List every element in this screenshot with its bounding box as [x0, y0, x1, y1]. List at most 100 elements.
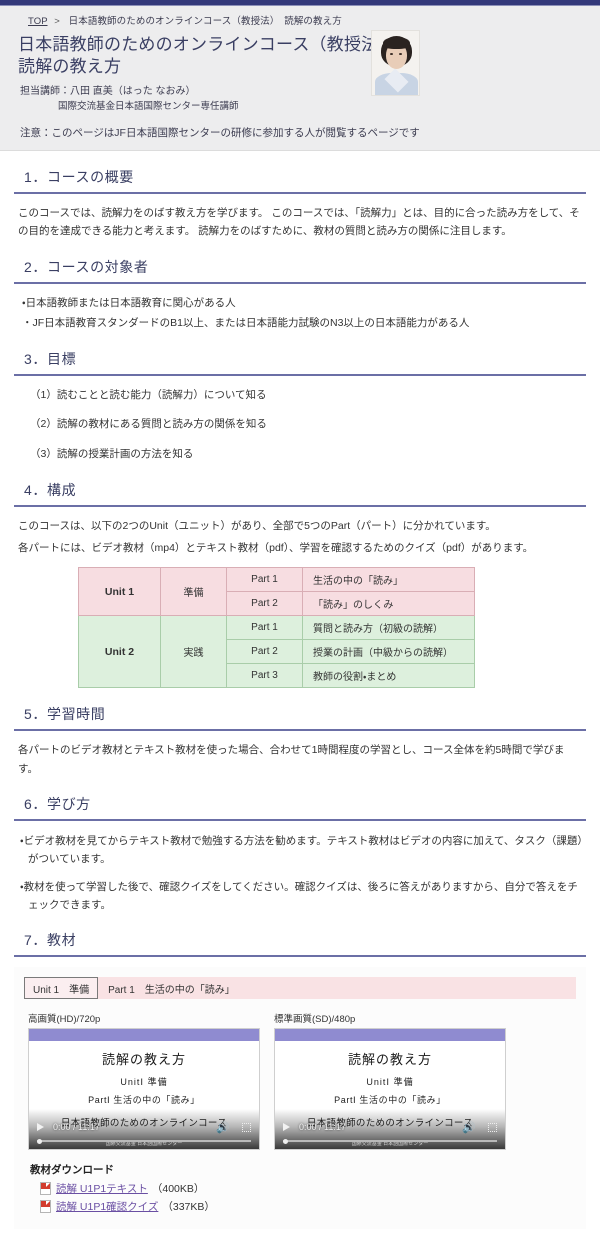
page-header: TOP > 日本語教師のためのオンラインコース（教授法） 読解の教え方 日本語教…: [0, 6, 600, 152]
video-time-sd: 0:00 / 11:17: [299, 1122, 346, 1133]
downloads-list: 読解 U1P1テキスト （400KB） 読解 U1P1確認クイズ （337KB）: [24, 1181, 576, 1214]
speaker-icon[interactable]: 🔊: [216, 1121, 230, 1134]
download-row: 読解 U1P1確認クイズ （337KB）: [40, 1199, 576, 1214]
course-structure-table-wrap: Unit 1 準備 Part 1 生活の中の「読み」 Part 2 「読み」のしくみ Uni…: [14, 561, 586, 689]
download-link[interactable]: 読解 U1P1テキスト: [56, 1181, 148, 1196]
video-controls-hd: 0:00 / 11:17 🔊: [29, 1119, 259, 1135]
instructor-photo: [371, 30, 420, 96]
player-column-sd: 標準画質(SD)/480p 読解の教え方 UnitⅠ 準備 PartⅠ 生活の中…: [274, 1011, 506, 1151]
section-rule-5: [14, 729, 586, 732]
section-heading-5: 5．学習時間: [24, 706, 106, 723]
video-slide-title-hd: 読解の教え方: [101, 1052, 186, 1068]
unit-chip: Unit 1 準備: [24, 977, 99, 1000]
video-player-hd[interactable]: 読解の教え方 UnitⅠ 準備 PartⅠ 生活の中の「読み」 日本語教師のため…: [28, 1028, 260, 1151]
pdf-icon: [40, 1200, 51, 1214]
section-rule-4: [14, 504, 586, 507]
section-heading-3: 3．目標: [24, 350, 77, 367]
video-slide-part-hd: PartⅠ 生活の中の「読み」: [88, 1095, 200, 1106]
section-1-body: このコースでは、読解力をのばす教え方を学びます。 このコースでは、「読解力」とは…: [18, 207, 580, 238]
page-title-line2: 読解の教え方: [18, 57, 122, 77]
video-top-band-hd: [29, 1029, 259, 1042]
speaker-icon[interactable]: 🔊: [462, 1121, 476, 1134]
course-structure-table: Unit 1 準備 Part 1 生活の中の「読み」 Part 2 「読み」のしくみ Uni…: [78, 567, 475, 689]
photo-hair-front: [383, 37, 410, 49]
play-icon[interactable]: [283, 1123, 290, 1132]
video-slide-hd: 読解の教え方 UnitⅠ 準備 PartⅠ 生活の中の「読み」: [29, 1041, 259, 1116]
video-time-hd: 0:00 / 11:17: [53, 1122, 100, 1133]
table-cell-title: 質問と読み方（初級の読解）: [302, 615, 475, 641]
section-6-bullet-2: ・教材を使って学習した後で、確認クイズをしてください。確認クイズは、後ろに答えが…: [20, 881, 578, 912]
materials-panel: Unit 1 準備 Part 1 生活の中の「読み」 高画質(HD)/720p …: [14, 967, 586, 1230]
video-progress-bar-hd[interactable]: [37, 1138, 251, 1144]
video-slide-sd: 読解の教え方 UnitⅠ 準備 PartⅠ 生活の中の「読み」: [275, 1041, 505, 1116]
video-slide-unit-hd: UnitⅠ 準備: [120, 1077, 168, 1088]
breadcrumb-separator: >: [54, 16, 60, 27]
table-cell-title: 教師の役割・まとめ: [302, 663, 475, 689]
section-heading-7: 7．教材: [24, 932, 77, 949]
section-rule-7: [14, 955, 586, 958]
page-notice: 注意：このページはJF日本語国際センターの研修に参加する人が閲覧するページです: [20, 127, 420, 140]
table-cell-mode: 実践: [160, 615, 227, 689]
section-rule-1: [14, 192, 586, 195]
section-6-bullet-1: ・ビデオ教材を見てからテキスト教材で勉強する方法を勧めます。テキスト教材はビデオ…: [20, 834, 583, 865]
section-2-bullet-2: ・JF日本語教育スタンダードのB1以上、または日本語能力試験のN3以上の日本語能…: [22, 317, 470, 330]
section-heading-2: 2．コースの対象者: [24, 258, 149, 275]
video-slide-unit-sd: UnitⅠ 準備: [366, 1077, 414, 1088]
section-3-item-2: （2）読解の教材にある質問と読み方の関係を知る: [30, 418, 267, 431]
video-controls-sd: 0:00 / 11:17 🔊: [275, 1119, 505, 1135]
video-slide-part-sd: PartⅠ 生活の中の「読み」: [334, 1095, 446, 1106]
part-header-bar: Unit 1 準備 Part 1 生活の中の「読み」: [24, 977, 576, 1000]
section-5-body: 各パートのビデオ教材とテキスト教材を使った場合、合わせて1時間程度の学習とし、コ…: [18, 744, 565, 775]
photo-eye-left: [390, 53, 393, 55]
instructor-name: 担当講師：八田 直美（はった なおみ）: [20, 85, 196, 97]
breadcrumb-current: 日本語教師のためのオンラインコース（教授法） 読解の教え方: [68, 16, 342, 27]
table-cell-part: Part 2: [226, 591, 303, 617]
download-row: 読解 U1P1テキスト （400KB）: [40, 1181, 576, 1196]
downloads-title: 教材ダウンロード: [30, 1164, 114, 1177]
video-progress-knob-sd[interactable]: [283, 1138, 288, 1144]
table-row: Unit 2 実践 Part 1 質問と読み方（初級の読解）: [78, 615, 475, 689]
table-cell-part: Part 3: [226, 663, 303, 689]
main-content: 1．コースの概要 このコースでは、読解力をのばす教え方を学びます。 このコースで…: [0, 167, 600, 1239]
download-link[interactable]: 読解 U1P1確認クイズ: [56, 1199, 158, 1214]
section-2-bullet-1: ・日本語教師または日本語教育に関心がある人: [22, 296, 236, 309]
section-rule-3: [14, 373, 586, 376]
section-3-item-1: （1）読むことと読む能力（読解力）について知る: [30, 389, 267, 402]
player-column-hd: 高画質(HD)/720p 読解の教え方 UnitⅠ 準備 PartⅠ 生活の中の…: [28, 1011, 260, 1151]
page-title-line1: 日本語教師のためのオンラインコース（教授法）: [18, 35, 396, 54]
fullscreen-icon[interactable]: [488, 1122, 497, 1132]
table-cell-mode: 準備: [160, 567, 227, 617]
table-cell-part: Part 1: [226, 567, 303, 593]
quality-label-hd: 高画質(HD)/720p: [28, 1014, 101, 1026]
breadcrumb-home-link[interactable]: TOP: [28, 16, 48, 27]
download-size: （400KB）: [151, 1183, 205, 1196]
quality-label-sd: 標準画質(SD)/480p: [274, 1014, 356, 1026]
table-cell-part: Part 1: [226, 615, 303, 641]
table-cell-title: 生活の中の「読み」: [302, 567, 475, 593]
section-rule-2: [14, 281, 586, 284]
pdf-icon: [40, 1182, 51, 1196]
fullscreen-icon[interactable]: [242, 1122, 251, 1132]
section-heading-6: 6．学び方: [24, 796, 91, 813]
play-icon[interactable]: [37, 1123, 44, 1132]
part-label: Part 1 生活の中の「読み」: [108, 984, 235, 996]
video-player-sd[interactable]: 読解の教え方 UnitⅠ 準備 PartⅠ 生活の中の「読み」 日本語教師のため…: [274, 1028, 506, 1151]
section-heading-4: 4．構成: [24, 481, 77, 498]
section-heading-1: 1．コースの概要: [24, 169, 134, 186]
video-players: 高画質(HD)/720p 読解の教え方 UnitⅠ 準備 PartⅠ 生活の中の…: [24, 1011, 576, 1151]
breadcrumb: TOP > 日本語教師のためのオンラインコース（教授法） 読解の教え方: [14, 13, 586, 27]
table-cell-title: 授業の計画（中級からの読解）: [302, 639, 475, 665]
section-4-intro-1: このコースは、以下の2つのUnit（ユニット）があり、全部で5つのPart（パー…: [18, 519, 496, 532]
section-4-intro-2: 各パートには、ビデオ教材（mp4）とテキスト教材（pdf）、学習を確認するための…: [18, 542, 534, 555]
video-top-band-sd: [275, 1029, 505, 1042]
table-row: Unit 1 準備 Part 1 生活の中の「読み」: [78, 567, 475, 617]
video-progress-bar-sd[interactable]: [283, 1138, 497, 1144]
section-3-item-3: （3）読解の授業計画の方法を知る: [30, 447, 194, 460]
table-cell-part: Part 2: [226, 639, 303, 665]
course-structure-body: Unit 1 準備 Part 1 生活の中の「読み」 Part 2 「読み」のしくみ Uni…: [78, 567, 475, 689]
table-cell-unit: Unit 2: [78, 615, 161, 689]
video-progress-knob-hd[interactable]: [37, 1138, 42, 1144]
download-size: （337KB）: [162, 1201, 215, 1214]
table-cell-unit: Unit 1: [78, 567, 161, 617]
video-slide-title-sd: 読解の教え方: [347, 1052, 432, 1068]
